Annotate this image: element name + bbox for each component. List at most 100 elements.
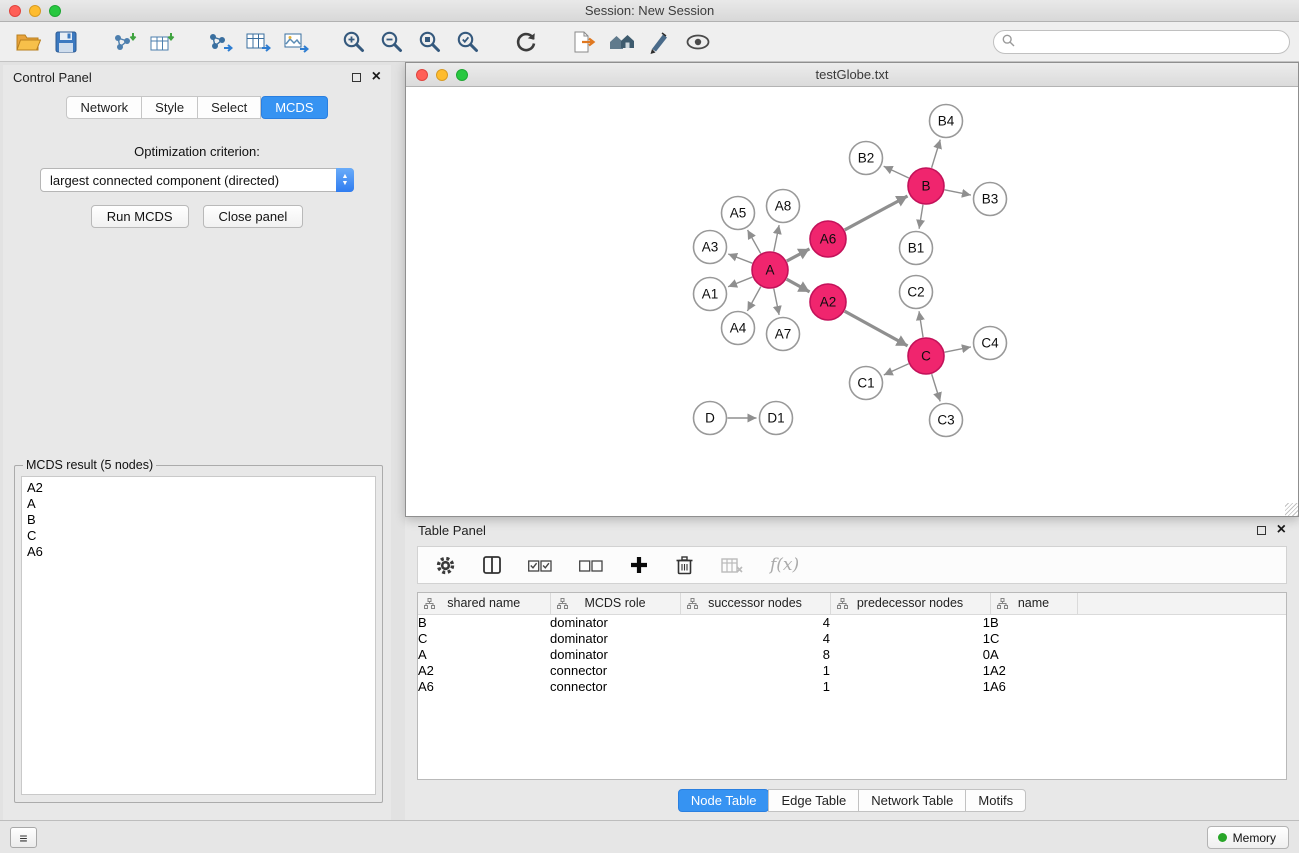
export-file-icon[interactable] <box>568 26 600 58</box>
column-header-successor-nodes[interactable]: successor nodes <box>680 593 830 614</box>
column-header-name[interactable]: name <box>990 593 1077 614</box>
control-panel-title: Control Panel <box>13 70 92 85</box>
close-panel-icon[interactable]: × <box>372 72 381 82</box>
tab-network-table[interactable]: Network Table <box>858 789 966 812</box>
window-title: Session: New Session <box>0 0 1299 22</box>
zoom-out-icon[interactable] <box>376 26 408 58</box>
graph-edge-B-B1[interactable] <box>919 205 923 229</box>
minimize-window-button[interactable] <box>29 5 41 17</box>
graph-node-label: D1 <box>767 411 784 426</box>
mcds-result-item[interactable]: A <box>27 496 370 512</box>
column-header-predecessor-nodes[interactable]: predecessor nodes <box>830 593 990 614</box>
graph-edge-A-A8[interactable] <box>774 225 779 251</box>
import-network-icon[interactable] <box>108 26 140 58</box>
graph-edge-B-B4[interactable] <box>932 140 941 168</box>
network-window-title: testGlobe.txt <box>406 63 1298 87</box>
memory-button[interactable]: Memory <box>1207 826 1289 849</box>
open-session-icon[interactable] <box>12 26 44 58</box>
graph-edge-A-A4[interactable] <box>747 287 760 311</box>
graph-edge-A-A5[interactable] <box>748 230 761 253</box>
network-graph-canvas[interactable]: AA6A2BCA5A8A3A1A4A7B2B4B3B1C2C4C1C3DD1 <box>406 87 1298 515</box>
optimization-dropdown[interactable]: largest connected component (directed) ▲… <box>40 168 354 192</box>
delete-table-icon[interactable] <box>721 553 743 577</box>
tab-motifs[interactable]: Motifs <box>965 789 1026 812</box>
search-input[interactable] <box>1019 35 1289 49</box>
graph-node-label: C1 <box>857 376 874 391</box>
export-image-icon[interactable] <box>280 26 312 58</box>
graph-edge-A-A2[interactable] <box>787 279 810 292</box>
run-mcds-button[interactable]: Run MCDS <box>91 205 189 228</box>
close-table-panel-icon[interactable]: × <box>1277 525 1286 535</box>
tab-network[interactable]: Network <box>66 96 142 119</box>
zoom-selected-icon[interactable] <box>452 26 484 58</box>
add-column-icon[interactable] <box>630 553 648 577</box>
graph-node-label: B1 <box>908 241 925 256</box>
float-panel-icon[interactable] <box>352 73 361 82</box>
control-panel-tabs: NetworkStyleSelectMCDS <box>3 96 391 119</box>
table-row[interactable]: Cdominator41C <box>418 630 1286 646</box>
graph-edge-A-A7[interactable] <box>774 289 779 315</box>
task-history-button[interactable]: ≡ <box>10 827 37 848</box>
home-views-icon[interactable] <box>606 26 638 58</box>
new-table-icon[interactable] <box>242 26 274 58</box>
refresh-icon[interactable] <box>510 26 542 58</box>
graph-edge-A2-C[interactable] <box>845 311 908 346</box>
show-columns-icon[interactable] <box>483 553 501 577</box>
graph-edge-C-C4[interactable] <box>945 347 971 352</box>
graph-edge-C-C3[interactable] <box>932 374 941 401</box>
show-hide-icon[interactable] <box>682 26 714 58</box>
table-settings-gear-icon[interactable] <box>435 553 456 577</box>
column-type-icon <box>557 598 568 612</box>
graph-edge-C-C1[interactable] <box>884 364 909 375</box>
column-header-shared-name[interactable]: shared name <box>418 593 550 614</box>
import-table-icon[interactable] <box>146 26 178 58</box>
resize-grip[interactable] <box>1285 503 1298 516</box>
graph-edge-A-A6[interactable] <box>787 249 810 261</box>
tab-select[interactable]: Select <box>198 96 261 119</box>
mcds-result-list[interactable]: A2ABCA6 <box>21 476 376 795</box>
close-panel-button[interactable]: Close panel <box>203 205 304 228</box>
graph-edge-C-C2[interactable] <box>919 311 923 337</box>
graph-edge-B-B3[interactable] <box>945 190 971 195</box>
graph-edge-A-A1[interactable] <box>728 277 752 287</box>
graph-edge-B-B2[interactable] <box>884 166 909 178</box>
close-window-button[interactable] <box>9 5 21 17</box>
zoom-fit-icon[interactable] <box>414 26 446 58</box>
new-network-icon[interactable] <box>204 26 236 58</box>
table-row[interactable]: Adominator80A <box>418 646 1286 662</box>
mcds-result-item[interactable]: A6 <box>27 544 370 560</box>
dropdown-value: largest connected component (directed) <box>50 173 279 188</box>
column-header-filler <box>1077 593 1286 614</box>
float-table-panel-icon[interactable] <box>1257 526 1266 535</box>
save-session-icon[interactable] <box>50 26 82 58</box>
deselect-all-icon[interactable] <box>579 553 603 577</box>
table-row[interactable]: A6connector11A6 <box>418 678 1286 694</box>
graph-edge-A6-B[interactable] <box>845 196 908 230</box>
graph-node-label: A3 <box>702 240 719 255</box>
network-window-titlebar[interactable]: testGlobe.txt <box>406 63 1298 87</box>
zoom-in-icon[interactable] <box>338 26 370 58</box>
graph-node-label: A <box>765 263 774 278</box>
tab-style[interactable]: Style <box>142 96 198 119</box>
main-toolbar <box>0 22 1299 62</box>
graph-node-label: B3 <box>982 192 999 207</box>
graph-edge-A-A3[interactable] <box>728 254 752 263</box>
table-panel: Table Panel × f(x) <box>405 517 1299 820</box>
function-builder-icon[interactable]: f(x) <box>770 553 799 577</box>
mcds-result-item[interactable]: C <box>27 528 370 544</box>
mcds-result-item[interactable]: B <box>27 512 370 528</box>
delete-column-icon[interactable] <box>675 553 694 577</box>
search-field[interactable] <box>993 30 1290 54</box>
select-all-icon[interactable] <box>528 553 552 577</box>
graph-node-label: A7 <box>775 327 792 342</box>
network-view-window: testGlobe.txt AA6A2BCA5A8A3A1A4A7B2B4B3B… <box>405 62 1299 517</box>
table-row[interactable]: A2connector11A2 <box>418 662 1286 678</box>
table-row[interactable]: Bdominator41B <box>418 614 1286 630</box>
mcds-result-item[interactable]: A2 <box>27 480 370 496</box>
tab-edge-table[interactable]: Edge Table <box>768 789 859 812</box>
tab-mcds[interactable]: MCDS <box>261 96 327 119</box>
zoom-window-button[interactable] <box>49 5 61 17</box>
apply-style-icon[interactable] <box>644 26 676 58</box>
column-header-MCDS-role[interactable]: MCDS role <box>550 593 680 614</box>
tab-node-table[interactable]: Node Table <box>678 789 770 812</box>
